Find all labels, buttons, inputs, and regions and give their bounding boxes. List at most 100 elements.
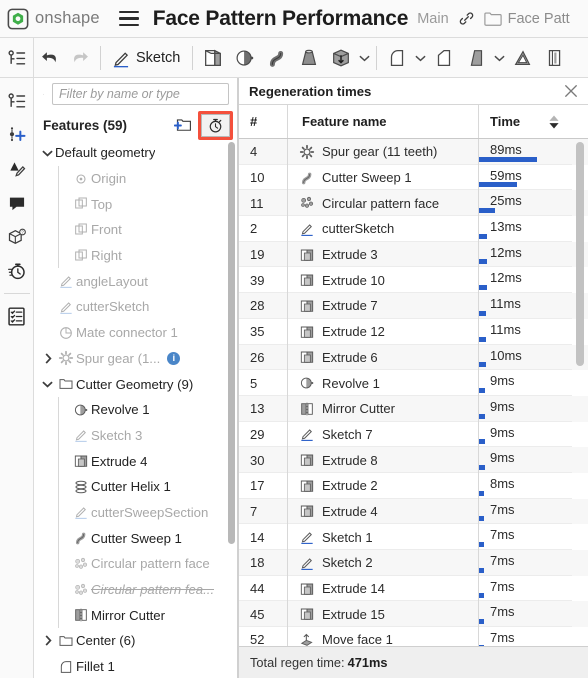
fillet-button[interactable]	[381, 38, 413, 78]
regen-timer-icon[interactable]	[2, 254, 32, 288]
fillet-dropdown-caret[interactable]	[413, 54, 428, 62]
feature-tree-item[interactable]: Default geometry	[34, 140, 237, 166]
checklist-icon[interactable]	[2, 299, 32, 333]
sketch-icon	[111, 48, 131, 68]
table-row[interactable]: 28 Extrude 7 11ms	[239, 293, 588, 319]
table-row[interactable]: 30 Extrude 8 9ms	[239, 447, 588, 473]
table-row[interactable]: 13 Mirror Cutter 9ms	[239, 396, 588, 422]
folder-breadcrumb[interactable]: Face Patt	[484, 11, 570, 27]
sweep-button[interactable]	[261, 38, 293, 78]
feature-tree-item[interactable]: Sketch 3	[34, 423, 237, 449]
feature-tree-item[interactable]: Circular pattern face	[34, 551, 237, 577]
regen-table-scrollbar[interactable]	[576, 142, 584, 366]
table-row[interactable]: 35 Extrude 12 11ms	[239, 319, 588, 345]
table-row[interactable]: 14 Sketch 1 7ms	[239, 524, 588, 550]
info-badge-icon[interactable]: i	[167, 352, 180, 365]
feature-tree-item[interactable]: Revolve 1	[34, 397, 237, 423]
feature-tree-item[interactable]: Fillet 1	[34, 654, 237, 678]
comments-icon[interactable]	[2, 186, 32, 220]
feature-tree-item[interactable]: Origin	[34, 166, 237, 192]
draft-dropdown-caret[interactable]	[492, 54, 507, 62]
table-row[interactable]: 19 Extrude 3 12ms	[239, 242, 588, 268]
feature-tree-item[interactable]: cutterSweepSection	[34, 500, 237, 526]
table-row[interactable]: 26 Extrude 6 10ms	[239, 345, 588, 371]
table-row[interactable]: 45 Extrude 15 7ms	[239, 601, 588, 627]
feature-tree-item[interactable]: Extrude 4	[34, 448, 237, 474]
table-row[interactable]: 7 Extrude 4 7ms	[239, 499, 588, 525]
chevron-down-icon[interactable]	[40, 149, 55, 157]
row-number: 45	[239, 601, 287, 627]
column-header-time-label: Time	[490, 114, 520, 129]
column-header-feature[interactable]: Feature name	[287, 105, 478, 138]
feature-tree-item-label: Revolve 1	[91, 402, 150, 417]
feature-tree-item[interactable]: Cutter Sweep 1	[34, 525, 237, 551]
feature-tree-item[interactable]: Circular pattern fea...	[34, 577, 237, 603]
feature-tree-item[interactable]: Center (6)	[34, 628, 237, 654]
appearance-edit-icon[interactable]	[2, 152, 32, 186]
table-row[interactable]: 11 Circular pattern face 25ms	[239, 190, 588, 216]
add-folder-icon[interactable]	[170, 112, 196, 138]
row-feature-label: Extrude 15	[322, 607, 385, 622]
add-feature-icon[interactable]	[2, 118, 32, 152]
feature-tree-item[interactable]: Right	[34, 243, 237, 269]
feature-tree-item[interactable]: angleLayout	[34, 268, 237, 294]
filter-icon[interactable]	[43, 86, 44, 103]
thicken-button[interactable]	[325, 38, 357, 78]
feature-tree-item[interactable]: Mirror Cutter	[34, 602, 237, 628]
table-row[interactable]: 5 Revolve 1 9ms	[239, 370, 588, 396]
table-row[interactable]: 18 Sketch 2 7ms	[239, 550, 588, 576]
loft-button[interactable]	[293, 38, 325, 78]
column-header-number[interactable]: #	[239, 105, 287, 138]
undo-button[interactable]	[34, 38, 65, 78]
features-actions	[170, 111, 233, 140]
feature-tree-item[interactable]: Mate connector 1	[34, 320, 237, 346]
feature-tree-item[interactable]: Cutter Helix 1	[34, 474, 237, 500]
parts-query-icon[interactable]: ?	[2, 220, 32, 254]
link-icon[interactable]	[458, 10, 475, 27]
feature-list-icon[interactable]	[2, 84, 32, 118]
draft-button[interactable]	[460, 38, 492, 78]
chevron-down-icon[interactable]	[40, 380, 55, 388]
chevron-right-icon[interactable]	[40, 353, 55, 364]
close-icon[interactable]	[562, 82, 580, 100]
table-row[interactable]: 44 Extrude 14 7ms	[239, 576, 588, 602]
feature-list-icon[interactable]	[7, 48, 27, 68]
feature-tree-scrollbar[interactable]	[228, 142, 235, 544]
table-row[interactable]: 10 Cutter Sweep 1 59ms	[239, 165, 588, 191]
table-row[interactable]: 2 cutterSketch 13ms	[239, 216, 588, 242]
table-row[interactable]: 4 Spur gear (11 teeth) 89ms	[239, 139, 588, 165]
feature-tree-item[interactable]: Top	[34, 191, 237, 217]
row-time-bar	[479, 259, 487, 264]
feature-tree-list[interactable]: Default geometryOriginTopFrontRightangle…	[34, 140, 237, 678]
shell-button[interactable]	[507, 38, 539, 78]
revolve-button[interactable]	[229, 38, 261, 78]
feature-tree-item[interactable]: Front	[34, 217, 237, 243]
search-input[interactable]	[52, 83, 229, 105]
thicken-dropdown-caret[interactable]	[357, 54, 372, 62]
row-time-label: 7ms	[490, 579, 515, 594]
feature-tree-item[interactable]: Spur gear (1...i	[34, 346, 237, 372]
table-row[interactable]: 52 Move face 1 7ms	[239, 627, 588, 646]
table-row[interactable]: 17 Extrude 2 8ms	[239, 473, 588, 499]
row-time-label: 12ms	[490, 270, 522, 285]
branch-label[interactable]: Main	[417, 11, 448, 27]
chamfer-button[interactable]	[428, 38, 460, 78]
row-feature-name: Sketch 1	[287, 524, 478, 550]
feature-tree-item[interactable]: Cutter Geometry (9)	[34, 371, 237, 397]
sketch-button[interactable]: Sketch	[105, 38, 188, 78]
rib-button[interactable]	[539, 38, 571, 78]
stopwatch-icon[interactable]	[201, 114, 230, 137]
fillet-icon	[386, 47, 408, 69]
row-feature-name: Extrude 6	[287, 345, 478, 371]
table-row[interactable]: 29 Sketch 7 9ms	[239, 422, 588, 448]
extrude-button[interactable]	[197, 38, 229, 78]
chevron-right-icon[interactable]	[40, 635, 55, 646]
table-row[interactable]: 39 Extrude 10 12ms	[239, 267, 588, 293]
regen-table-body[interactable]: 4 Spur gear (11 teeth) 89ms 10 Cutter Sw…	[239, 139, 588, 646]
column-header-time[interactable]: Time	[478, 105, 572, 138]
row-time-bar	[479, 593, 484, 598]
hamburger-icon[interactable]	[119, 11, 139, 26]
feature-tree-item[interactable]: cutterSketch	[34, 294, 237, 320]
row-time: 11ms	[478, 319, 572, 345]
redo-button[interactable]	[65, 38, 96, 78]
